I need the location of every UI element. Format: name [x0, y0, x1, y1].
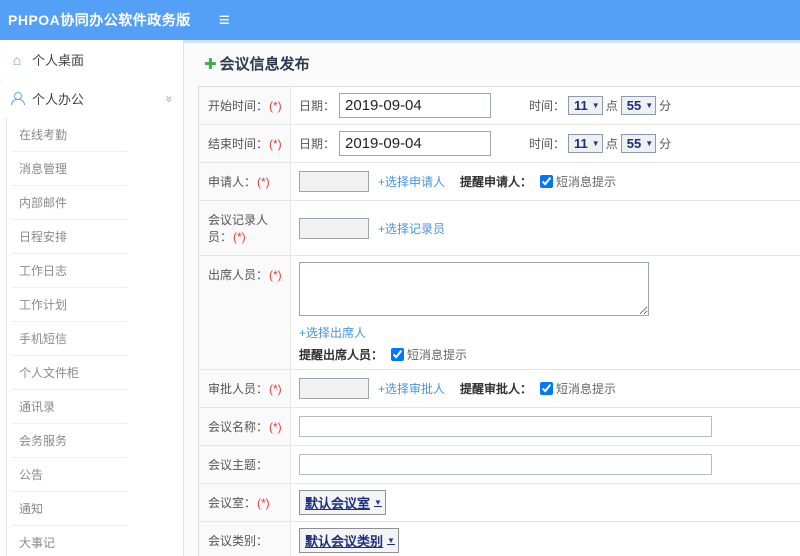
select-arrow-icon: ▼ [591, 101, 600, 110]
hamburger-menu-icon[interactable]: ≡ [219, 11, 230, 30]
sidebar: ⌂ 个人桌面 个人办公 » 在线考勤 消息管理 内部邮件 日程安排 工作日志 工… [0, 40, 184, 556]
sms-label: 短消息提示 [556, 382, 617, 396]
sidebar-item-personal-office[interactable]: 个人办公 » [0, 79, 183, 118]
start-hour-select[interactable]: 11 ▼ [568, 96, 603, 115]
chevron-down-icon: » [162, 95, 177, 102]
required-mark: (*) [257, 175, 270, 189]
meeting-room-label: 会议室： [208, 496, 257, 510]
form-row-meeting-subject: 会议主题： [199, 446, 800, 484]
required-mark: (*) [269, 99, 282, 113]
form-row-approver: 审批人员：(*) +选择审批人 提醒审批人： 短消息提示 [199, 370, 800, 408]
sidebar-item-message-management[interactable]: 消息管理 [11, 152, 127, 186]
minute-unit-label: 分 [659, 99, 672, 113]
sms-label: 短消息提示 [407, 348, 468, 362]
applicant-label: 申请人： [208, 175, 257, 189]
form-row-meeting-name: 会议名称：(*) [199, 408, 800, 446]
form-row-end-time: 结束时间：(*) 日期： 时间： 11▼ 点 55▼ 分 [199, 125, 800, 163]
sidebar-item-label: 个人桌面 [32, 53, 85, 68]
choose-recorder-link[interactable]: +选择记录员 [378, 220, 445, 237]
top-header: PHPOA协同办公软件政务版 ≡ [0, 0, 800, 40]
required-mark: (*) [269, 420, 282, 434]
start-date-input[interactable] [339, 93, 492, 118]
end-minute-select[interactable]: 55 ▼ [620, 134, 657, 153]
sidebar-item-work-plan[interactable]: 工作计划 [11, 288, 127, 322]
minute-unit-label: 分 [659, 137, 672, 151]
sms-label: 短消息提示 [556, 175, 617, 189]
date-label: 日期： [299, 137, 336, 151]
sidebar-item-meeting-service[interactable]: 会务服务 [11, 424, 127, 458]
form-row-applicant: 申请人：(*) +选择申请人 提醒申请人： 短消息提示 [199, 163, 800, 201]
applicant-sms-checkbox[interactable] [540, 175, 554, 188]
select-arrow-icon: ▼ [591, 139, 600, 148]
sidebar-item-personal-desktop[interactable]: ⌂ 个人桌面 [0, 40, 183, 79]
home-icon: ⌂ [12, 51, 22, 68]
select-arrow-icon: ▼ [387, 536, 395, 545]
choose-attendee-link[interactable]: +选择出席人 [299, 324, 366, 341]
meeting-form: 开始时间：(*) 日期： 时间： 11▼ 点 55▼ 分 结束时间：(*) 日期… [198, 86, 800, 556]
choose-applicant-link[interactable]: +选择申请人 [378, 173, 445, 190]
time-label: 时间： [529, 137, 566, 151]
sidebar-item-sms[interactable]: 手机短信 [11, 322, 127, 356]
select-arrow-icon: ▼ [374, 498, 382, 507]
applicant-input[interactable] [299, 171, 369, 192]
sidebar-item-schedule[interactable]: 日程安排 [11, 220, 127, 254]
meeting-category-label: 会议类别： [208, 534, 269, 548]
remind-applicant-label: 提醒申请人： [460, 175, 533, 189]
page-title: ✚ 会议信息发布 [204, 55, 310, 74]
start-time-label: 开始时间： [208, 99, 269, 113]
required-mark: (*) [233, 230, 246, 244]
time-label: 时间： [529, 99, 566, 113]
choose-approver-link[interactable]: +选择审批人 [378, 380, 445, 397]
form-row-meeting-room: 会议室：(*) 默认会议室 ▼ [199, 484, 800, 522]
date-label: 日期： [299, 99, 336, 113]
sidebar-item-personal-files[interactable]: 个人文件柜 [11, 356, 127, 390]
meeting-subject-input[interactable] [299, 454, 712, 475]
form-row-meeting-category: 会议类别： 默认会议类别 ▼ [199, 522, 800, 556]
sidebar-item-work-log[interactable]: 工作日志 [11, 254, 127, 288]
app-title: PHPOA协同办公软件政务版 [8, 12, 191, 28]
meeting-subject-label: 会议主题： [208, 458, 269, 472]
add-icon: ✚ [204, 55, 217, 73]
end-hour-select[interactable]: 11 ▼ [568, 134, 603, 153]
attendees-label: 出席人员： [208, 268, 269, 282]
app-window: PHPOA协同办公软件政务版 ≡ ⌂ 个人桌面 个人办公 » 在线考勤 消息管理… [0, 0, 800, 556]
select-arrow-icon: ▼ [645, 101, 654, 110]
approver-sms-checkbox[interactable] [540, 382, 554, 395]
start-minute-select[interactable]: 55 ▼ [620, 96, 657, 115]
required-mark: (*) [269, 382, 282, 396]
attendees-textarea[interactable] [299, 262, 649, 316]
end-time-label: 结束时间： [208, 137, 269, 151]
remind-attendees-label: 提醒出席人员： [299, 348, 384, 362]
required-mark: (*) [269, 137, 282, 151]
sidebar-item-notice[interactable]: 通知 [11, 492, 127, 526]
hour-unit-label: 点 [605, 99, 618, 113]
select-arrow-icon: ▼ [645, 139, 654, 148]
sidebar-item-contacts[interactable]: 通讯录 [11, 390, 127, 424]
required-mark: (*) [257, 496, 270, 510]
user-icon [11, 92, 25, 105]
sidebar-item-label: 个人办公 [32, 92, 85, 107]
approver-label: 审批人员： [208, 382, 269, 396]
sidebar-item-online-attendance[interactable]: 在线考勤 [11, 118, 127, 152]
sidebar-item-events[interactable]: 大事记 [11, 526, 127, 556]
main-content: ✚ 会议信息发布 开始时间：(*) 日期： 时间： 11▼ 点 55▼ 分 [184, 40, 800, 556]
sidebar-submenu: 在线考勤 消息管理 内部邮件 日程安排 工作日志 工作计划 手机短信 个人文件柜… [6, 118, 183, 556]
end-date-input[interactable] [339, 131, 492, 156]
meeting-room-select[interactable]: 默认会议室 ▼ [299, 490, 386, 515]
meeting-category-select[interactable]: 默认会议类别 ▼ [299, 528, 399, 553]
form-row-attendees: 出席人员：(*) +选择出席人 提醒出席人员： 短消息提示 [199, 256, 800, 370]
sidebar-item-announcement[interactable]: 公告 [11, 458, 127, 492]
meeting-name-label: 会议名称： [208, 420, 269, 434]
hour-unit-label: 点 [605, 137, 618, 151]
sidebar-item-internal-mail[interactable]: 内部邮件 [11, 186, 127, 220]
meeting-name-input[interactable] [299, 416, 712, 437]
attendees-sms-checkbox[interactable] [391, 348, 405, 361]
remind-approver-label: 提醒审批人： [460, 382, 533, 396]
recorder-input[interactable] [299, 217, 369, 239]
form-row-start-time: 开始时间：(*) 日期： 时间： 11▼ 点 55▼ 分 [199, 87, 800, 125]
form-row-recorder: 会议记录人员：(*) +选择记录员 [199, 201, 800, 256]
required-mark: (*) [269, 268, 282, 282]
approver-input[interactable] [299, 378, 369, 399]
